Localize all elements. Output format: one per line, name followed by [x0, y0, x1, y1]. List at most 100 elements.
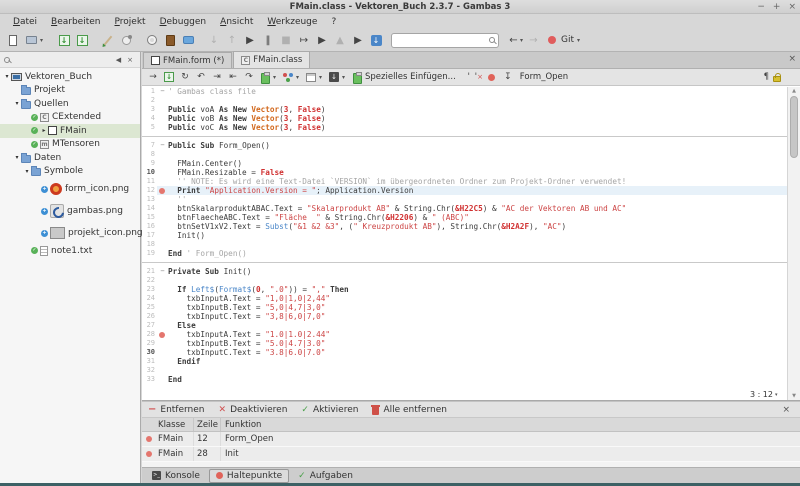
code-line[interactable]: 29 txbInputB.Text = "5.0|4.7|3.0" [142, 339, 787, 348]
save-button[interactable]: ↓ [55, 31, 73, 49]
save-all-button[interactable]: ↓ [73, 31, 91, 49]
code-text[interactable]: End ' Form_Open() [168, 249, 787, 258]
tree-item-projekt[interactable]: Projekt [0, 84, 140, 98]
code-text[interactable]: Public voB As New Vector(3, False) [168, 114, 787, 123]
code-text[interactable] [168, 240, 787, 249]
comment-lines-button[interactable]: ' [464, 70, 474, 85]
show-whitespace-button[interactable]: ¶ [764, 72, 769, 82]
code-line[interactable]: 26 txbInputC.Text = "3,8|6,0|7,0" [142, 312, 787, 321]
activate-breakpoint-button[interactable]: ✓ Aktivieren [301, 405, 358, 415]
insert-table-button[interactable] [303, 70, 319, 85]
minimize-button[interactable]: − [757, 2, 765, 12]
paste-dropdown[interactable]: ▾ [273, 74, 280, 81]
code-line[interactable]: 22 [142, 276, 787, 285]
git-dropdown[interactable]: ▾ [577, 37, 584, 44]
gutter-marker[interactable] [157, 186, 168, 195]
breakpoint-dot-icon[interactable] [159, 188, 165, 194]
code-line[interactable]: 11 '' NOTE: Es wird eine Text-Datei `VER… [142, 177, 787, 186]
finish-button[interactable]: ▲ [331, 31, 349, 49]
code-line[interactable]: 16 btnSetV1xV2.Text = Subst("&1 &2 &3", … [142, 222, 787, 231]
undo-button[interactable]: ↶ [193, 70, 209, 85]
tree-item-daten[interactable]: ▾Daten [0, 151, 140, 165]
code-line[interactable]: 5Public voC As New Vector(3, False) [142, 123, 787, 132]
run-button[interactable]: ▶ [241, 31, 259, 49]
open-project-button[interactable] [22, 31, 40, 49]
code-text[interactable]: '' NOTE: Es wird eine Text-Datei `VERSIO… [168, 177, 787, 186]
code-line[interactable]: 8 [142, 150, 787, 159]
code-text[interactable]: Init() [168, 231, 787, 240]
indent-button[interactable]: ⇥ [209, 70, 225, 85]
menu-item-datei[interactable]: Datei [6, 17, 44, 27]
code-line[interactable]: 9 FMain.Center() [142, 159, 787, 168]
search-input[interactable] [391, 33, 499, 48]
lock-icon[interactable] [773, 76, 781, 82]
tree-item-note1.txt[interactable]: ✓note1.txt [0, 244, 140, 258]
column-header-zeile[interactable]: Zeile [194, 418, 221, 431]
format-button[interactable] [280, 70, 296, 85]
current-procedure-label[interactable]: Form_Open [520, 72, 568, 82]
uncomment-lines-button[interactable]: '× [474, 70, 484, 85]
menu-item-bearbeiten[interactable]: Bearbeiten [44, 17, 107, 27]
tree-item-cextended[interactable]: ✓CCExtended [0, 111, 140, 125]
code-text[interactable] [168, 276, 787, 285]
code-line[interactable]: 7−Public Sub Form_Open() [142, 141, 787, 150]
code-line[interactable]: 2 [142, 96, 787, 105]
remove-breakpoint-button[interactable]: − Entfernen [148, 404, 205, 415]
tree-item-mtensoren[interactable]: ✓mMTensoren [0, 138, 140, 152]
code-line[interactable]: 19End ' Form_Open() [142, 249, 787, 258]
tree-item-vektoren_buch[interactable]: ▾Vektoren_Buch [0, 70, 140, 84]
open-dropdown[interactable]: ▾ [40, 37, 47, 44]
code-text[interactable]: Public voA As New Vector(3, False) [168, 105, 787, 114]
code-line[interactable]: 18 [142, 240, 787, 249]
snippet-dropdown[interactable]: ▾ [342, 74, 349, 81]
code-line[interactable]: 17 Init() [142, 231, 787, 240]
tab-close-button[interactable]: × [788, 54, 796, 64]
titlebar[interactable]: FMain.class - Vektoren_Buch 2.3.7 - Gamb… [0, 0, 800, 14]
code-text[interactable]: ' Gambas class file [168, 87, 787, 96]
code-text[interactable]: txbInputB.Text = "5,0|4,7|3,0" [168, 303, 787, 312]
code-text[interactable]: btnFlaecheABC.Text = "Fläche " & String.… [168, 213, 787, 222]
format-dropdown[interactable]: ▾ [296, 74, 303, 81]
code-line[interactable]: 25 txbInputB.Text = "5,0|4,7|3,0" [142, 303, 787, 312]
code-text[interactable]: Public Sub Form_Open() [168, 141, 787, 150]
stop-button[interactable]: ■ [277, 31, 295, 49]
menu-item-projekt[interactable]: Projekt [108, 17, 153, 27]
tree-item-symbole[interactable]: ▾Symbole [0, 165, 140, 179]
console-button[interactable] [161, 31, 179, 49]
code-text[interactable]: txbInputA.Text = "1.0|1.0|2.44" [168, 330, 787, 339]
expander-icon[interactable]: ▾ [13, 154, 21, 161]
breakpoint-row[interactable]: FMain12Form_Open [142, 432, 800, 447]
bottom-tab-konsole[interactable]: >_Konsole [145, 469, 207, 483]
menu-item-?[interactable]: ? [324, 17, 343, 27]
code-line[interactable]: 21−Private Sub Init() [142, 267, 787, 276]
breakpoint-row[interactable]: FMain28Init [142, 447, 800, 462]
code-line[interactable]: 23 If Left$(Format$(0, ".0")) = "," Then [142, 285, 787, 294]
tree-item-form_icon.png[interactable]: +form_icon.png [0, 178, 140, 200]
code-line[interactable]: 30 txbInputC.Text = "3.8|6.0|7.0" [142, 348, 787, 357]
code-line[interactable]: 28 txbInputA.Text = "1.0|1.0|2.44" [142, 330, 787, 339]
code-text[interactable]: Private Sub Init() [168, 267, 787, 276]
step-button[interactable]: ↦ [295, 31, 313, 49]
menu-item-debuggen[interactable]: Debuggen [153, 17, 214, 27]
gutter-marker[interactable] [157, 330, 168, 339]
git-button[interactable]: Git [561, 35, 574, 45]
code-line[interactable]: 27 Else [142, 321, 787, 330]
code-line[interactable]: 12 Print "Application.Version = "; Appli… [142, 186, 787, 195]
remove-all-breakpoints-button[interactable]: Alle entfernen [372, 405, 447, 415]
code-text[interactable]: FMain.Center() [168, 159, 787, 168]
tree-filter-icon[interactable] [4, 57, 10, 63]
editor-save-button[interactable]: ↓ [161, 70, 177, 85]
code-text[interactable]: btnSkalarproduktABAC.Text = "Skalarprodu… [168, 204, 787, 213]
menu-item-werkzeuge[interactable]: Werkzeuge [260, 17, 324, 27]
code-text[interactable] [168, 366, 787, 375]
run-to-cursor-button[interactable]: ▶ [349, 31, 367, 49]
close-button[interactable]: × [788, 2, 796, 12]
insert-snippet-button[interactable]: ↓ [326, 70, 342, 85]
code-text[interactable] [168, 96, 787, 105]
code-text[interactable]: End [168, 375, 787, 384]
scroll-down-arrow[interactable]: ▼ [788, 393, 800, 399]
code-line[interactable]: 15 btnFlaecheABC.Text = "Fläche " & Stri… [142, 213, 787, 222]
tab-fmain.form[interactable]: FMain.form (*) [143, 52, 232, 68]
pause-button[interactable]: ‖ [259, 31, 277, 49]
code-text[interactable]: txbInputC.Text = "3.8|6.0|7.0" [168, 348, 787, 357]
